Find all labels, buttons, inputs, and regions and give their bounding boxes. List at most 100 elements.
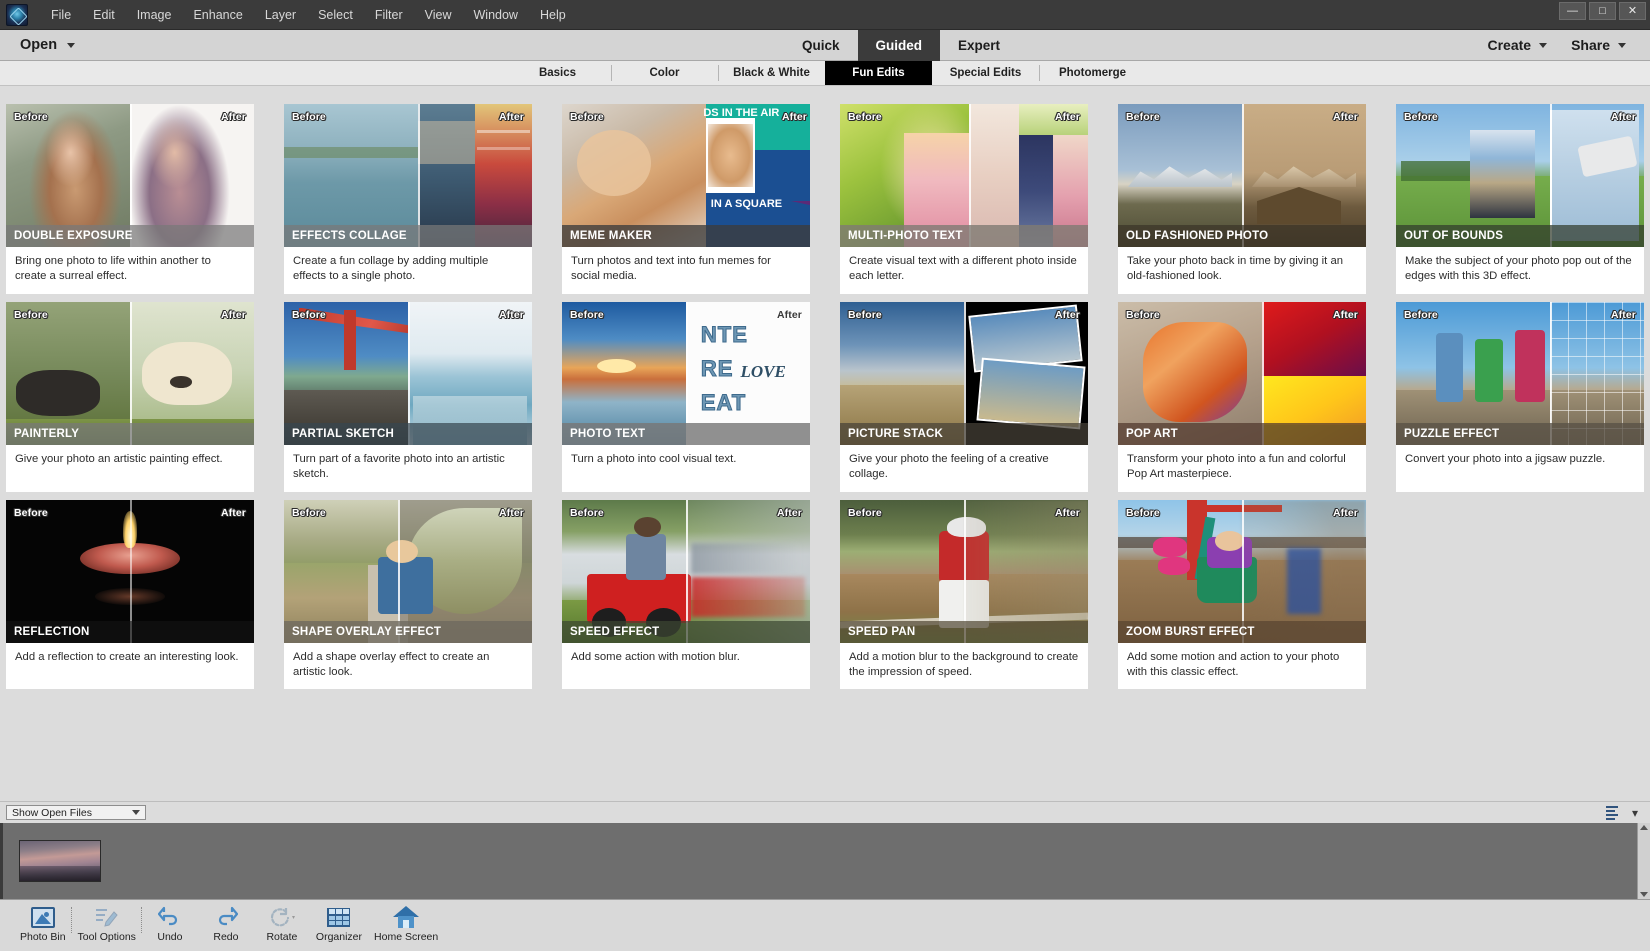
tab-expert[interactable]: Expert [940, 30, 1018, 61]
close-button[interactable]: ✕ [1619, 2, 1646, 20]
guided-edit-card-speed-effect[interactable]: Before After SPEED EFFECT Add some actio… [562, 499, 810, 690]
photo-bin-button-label: Photo Bin [20, 931, 66, 943]
show-open-files-select[interactable]: Show Open Files [6, 805, 146, 820]
guided-edit-card-out-of-bounds[interactable]: Before After OUT OF BOUNDS Make the subj… [1396, 104, 1644, 294]
card-thumbnail: Before After REFLECTION [6, 499, 254, 643]
tab-photomerge[interactable]: Photomerge [1039, 61, 1146, 85]
before-label: Before [570, 506, 604, 519]
tab-fun-edits[interactable]: Fun Edits [825, 61, 932, 85]
menu-layer[interactable]: Layer [254, 4, 307, 26]
card-thumbnail: Before After ZOOM BURST EFFECT [1118, 499, 1366, 643]
scroll-up-icon[interactable] [1640, 825, 1648, 830]
guided-edit-card-puzzle-effect[interactable]: Before After PUZZLE EFFECT Convert your … [1396, 301, 1644, 492]
card-description: Turn a photo into cool visual text. [571, 452, 737, 465]
card-description: Give your photo an artistic painting eff… [15, 452, 223, 465]
after-label: After [498, 308, 524, 321]
maximize-button[interactable]: □ [1589, 2, 1616, 20]
window-controls: — □ ✕ [1559, 2, 1646, 20]
before-label: Before [848, 308, 882, 321]
menu-window[interactable]: Window [463, 4, 529, 26]
menu-bar: File Edit Image Enhance Layer Select Fil… [0, 0, 1650, 30]
tab-basics[interactable]: Basics [504, 61, 611, 85]
guided-edit-card-partial-sketch[interactable]: Before After PARTIAL SKETCH Turn part of… [284, 301, 532, 492]
card-title: PARTIAL SKETCH [284, 422, 532, 445]
undo-button[interactable]: Undo [142, 904, 198, 943]
chevron-down-icon[interactable] [132, 810, 140, 815]
before-label: Before [570, 308, 604, 321]
menu-filter[interactable]: Filter [364, 4, 414, 26]
after-label: After [1332, 308, 1358, 321]
card-description: Create a fun collage by adding multiple … [293, 255, 489, 282]
organizer-button[interactable]: Organizer [310, 904, 368, 943]
menu-file[interactable]: File [40, 4, 82, 26]
card-thumbnail: Before After PARTIAL SKETCH [284, 301, 532, 445]
card-title: MEME MAKER [562, 225, 810, 247]
rotate-button[interactable]: Rotate [254, 904, 310, 943]
guided-edit-card-multi-photo-text[interactable]: Before After MULTI-PHOTO TEXT Create vis… [840, 104, 1088, 294]
chevron-down-icon[interactable] [1618, 42, 1626, 48]
menu-view[interactable]: View [414, 4, 463, 26]
photo-bin-button[interactable]: Photo Bin [14, 904, 72, 943]
guided-edit-card-shape-overlay-effect[interactable]: Before After SHAPE OVERLAY EFFECT Add a … [284, 499, 532, 690]
guided-edit-card-photo-text[interactable]: NTE RE LOVE EAT Before After PHOTO TEXT … [562, 301, 810, 492]
guided-edit-card-picture-stack[interactable]: Before After PICTURE STACK Give your pho… [840, 301, 1088, 492]
home-screen-button[interactable]: Home Screen [368, 904, 444, 943]
tab-guided[interactable]: Guided [857, 30, 941, 61]
create-label: Create [1487, 37, 1532, 53]
tab-black-and-white[interactable]: Black & White [718, 61, 825, 85]
before-label: Before [292, 111, 326, 123]
undo-icon [157, 904, 182, 930]
card-title: EFFECTS COLLAGE [284, 225, 532, 247]
after-label: After [220, 308, 246, 321]
photo-bin-thumbnail[interactable] [19, 840, 101, 882]
photo-bin-scrollbar[interactable] [1637, 823, 1650, 899]
mode-bar: Open Quick Guided Expert Create Share [0, 30, 1650, 61]
guided-edit-card-old-fashioned-photo[interactable]: Before After OLD FASHIONED PHOTO Take yo… [1118, 104, 1366, 294]
after-label: After [498, 506, 524, 519]
redo-button[interactable]: Redo [198, 904, 254, 943]
before-label: Before [1126, 308, 1160, 321]
card-description: Make the subject of your photo pop out o… [1405, 255, 1632, 282]
open-button[interactable]: Open [0, 30, 89, 60]
card-description: Convert your photo into a jigsaw puzzle. [1405, 452, 1606, 465]
tab-color[interactable]: Color [611, 61, 718, 85]
tab-quick[interactable]: Quick [784, 30, 858, 61]
collapse-chevron-icon[interactable]: ▾ [1632, 807, 1638, 819]
scroll-down-icon[interactable] [1640, 892, 1648, 897]
phototext-overlay-top: NTE [700, 321, 748, 347]
chevron-down-icon[interactable] [67, 42, 76, 48]
guided-edits-grid: Before After DOUBLE EXPOSURE Bring one p… [0, 100, 1650, 690]
card-description: Add some motion and action to your photo… [1127, 650, 1340, 678]
card-title: DOUBLE EXPOSURE [6, 225, 254, 247]
minimize-button[interactable]: — [1559, 2, 1586, 20]
guided-edit-card-speed-pan[interactable]: Before After SPEED PAN Add a motion blur… [840, 499, 1088, 690]
tool-options-button[interactable]: Tool Options [72, 904, 143, 943]
card-description: Add a motion blur to the background to c… [849, 650, 1079, 678]
card-title: SHAPE OVERLAY EFFECT [284, 620, 532, 643]
after-label: After [1054, 308, 1080, 321]
card-thumbnail: Before After SPEED PAN [840, 499, 1088, 643]
tab-special-edits[interactable]: Special Edits [932, 61, 1039, 85]
card-thumbnail: Before After POP ART [1118, 301, 1366, 445]
before-label: Before [292, 308, 326, 321]
before-label: Before [1126, 506, 1160, 519]
bin-options-icon[interactable] [1605, 805, 1618, 820]
menu-edit[interactable]: Edit [82, 4, 126, 26]
guided-edit-card-zoom-burst-effect[interactable]: Before After ZOOM BURST EFFECT Add some … [1118, 499, 1366, 690]
create-button[interactable]: Create [1477, 37, 1557, 53]
chevron-down-icon[interactable] [1539, 42, 1548, 48]
card-title: OLD FASHIONED PHOTO [1118, 225, 1366, 247]
menu-enhance[interactable]: Enhance [182, 4, 253, 26]
guided-edit-card-pop-art[interactable]: Before After POP ART Transform your phot… [1118, 301, 1366, 492]
guided-edit-card-reflection[interactable]: Before After REFLECTION Add a reflection… [6, 499, 254, 690]
menu-select[interactable]: Select [307, 4, 364, 26]
menu-image[interactable]: Image [126, 4, 183, 26]
guided-edit-card-double-exposure[interactable]: Before After DOUBLE EXPOSURE Bring one p… [6, 104, 254, 294]
guided-edit-card-meme-maker[interactable]: DS IN THE AIR IN A SQUARE Before After M… [562, 104, 810, 294]
share-button[interactable]: Share [1561, 37, 1636, 53]
guided-edit-card-effects-collage[interactable]: Before After EFFECTS COLLAGE Create a fu… [284, 104, 532, 294]
photo-bin-icon [30, 904, 55, 930]
menu-help[interactable]: Help [529, 4, 577, 26]
guided-edit-card-painterly[interactable]: Before After PAINTERLY Give your photo a… [6, 301, 254, 492]
card-thumbnail: Before After SHAPE OVERLAY EFFECT [284, 499, 532, 643]
